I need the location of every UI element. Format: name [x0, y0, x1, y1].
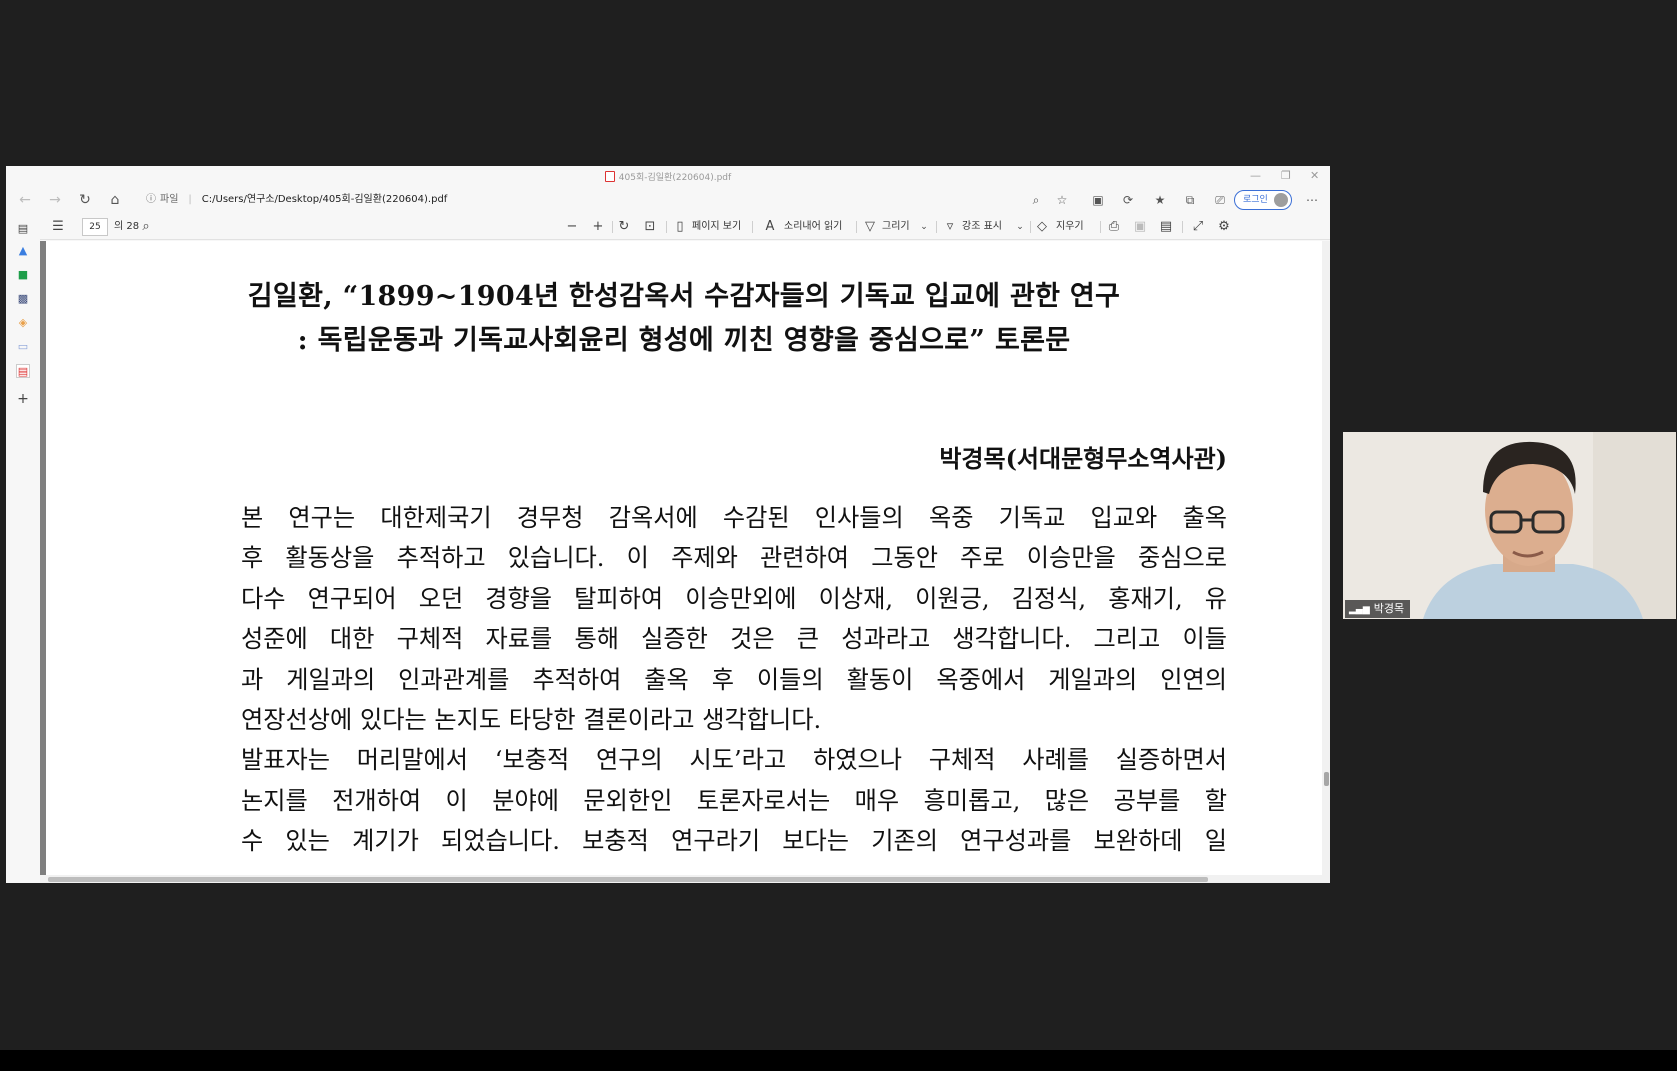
- participant-name: 박경목: [1373, 602, 1405, 615]
- horizontal-scrollbar[interactable]: [40, 875, 1330, 883]
- body-line: 연장선상에 있다는 논지도 타당한 결론이라고 생각합니다.: [241, 706, 822, 735]
- info-icon: ⓘ: [146, 194, 156, 205]
- zoom-icon[interactable]: ⌕: [1028, 192, 1044, 208]
- body-line: 논지를 전개하여 이 분야에 문외한인 토론자로서는 매우 흥미롭고, 많은 공…: [241, 786, 1227, 815]
- body-line: 본 연구는 대한제국기 경무청 감옥서에 수감된 인사들의 옥중 기독교 입교와…: [241, 504, 1227, 532]
- signal-icon: ▂▄▆: [1349, 605, 1370, 615]
- toolbar-separator: [612, 221, 613, 233]
- browser-window: 405회-김일환(220604).pdf — ❐ ✕ ← → ↻ ⌂ ⓘ 파일 | C…: [6, 166, 1330, 883]
- screenshot-icon[interactable]: ⎚: [1212, 192, 1228, 208]
- toolbar-separator: [856, 221, 857, 233]
- highlight-icon[interactable]: ▿: [942, 219, 958, 235]
- body-line: 다수 연구되어 오던 경향을 탈피하여 이승만외에 이상재, 이원긍, 김정식,…: [241, 584, 1227, 613]
- add-favorite-icon[interactable]: ☆: [1054, 192, 1070, 208]
- horizontal-scroll-thumb[interactable]: [48, 877, 1208, 882]
- browser-sidebar: ▤ ▲ ■ ▩ ◈ ▭ ▤ +: [6, 214, 40, 883]
- favorites-icon[interactable]: ★: [1152, 192, 1168, 208]
- collections-icon[interactable]: ⧉: [1182, 192, 1198, 208]
- save-as-icon[interactable]: ▤: [1158, 219, 1174, 235]
- save-icon[interactable]: ▣: [1132, 219, 1148, 235]
- erase-button[interactable]: 지우기: [1056, 220, 1084, 234]
- back-icon[interactable]: ←: [17, 192, 33, 208]
- vertical-scrollbar[interactable]: [1322, 241, 1330, 875]
- sync-icon[interactable]: ⟳: [1120, 192, 1136, 208]
- forward-icon[interactable]: →: [47, 192, 63, 208]
- title-bar: 405회-김일환(220604).pdf — ❐ ✕: [6, 166, 1330, 186]
- body-line: 과 게일과의 인과관계를 추적하여 출옥 후 이들의 활동이 옥중에서 게일과의…: [241, 665, 1227, 694]
- body-line: 발표자는 머리말에서 ‘보충적 연구의 시도’라고 하였으나 구체적 사례를 실…: [241, 746, 1227, 775]
- participant-name-tag: ▂▄▆ 박경목: [1345, 600, 1411, 618]
- address-bar-row: ← → ↻ ⌂ ⓘ 파일 | C:/Users/연구소/Desktop/405회-김일…: [6, 186, 1330, 214]
- document-viewer: 김일환, “1899~1904년 한성감옥서 수감자들의 기독교 입교에 관한 …: [40, 241, 1330, 883]
- home-icon[interactable]: ⌂: [107, 192, 123, 208]
- pdf-page: 김일환, “1899~1904년 한성감옥서 수감자들의 기독교 입교에 관한 …: [46, 241, 1322, 875]
- read-aloud-button[interactable]: 소리내어 읽기: [784, 220, 842, 234]
- chevron-down-icon[interactable]: ⌄: [1012, 219, 1028, 235]
- close-icon[interactable]: ✕: [1310, 169, 1319, 182]
- sheets-icon[interactable]: ■: [16, 268, 30, 282]
- office-icon[interactable]: ◈: [16, 316, 30, 330]
- vertical-scroll-thumb[interactable]: [1324, 772, 1329, 786]
- extensions-icon[interactable]: ▣: [1090, 192, 1106, 208]
- pdf-tab-icon[interactable]: ▤: [16, 364, 30, 378]
- refresh-icon[interactable]: ↻: [77, 192, 93, 208]
- toolbar-separator: [1182, 221, 1183, 233]
- read-aloud-icon[interactable]: A: [762, 219, 778, 235]
- fit-page-icon[interactable]: ⊡: [642, 219, 658, 235]
- page-view-button[interactable]: 페이지 보기: [692, 220, 741, 234]
- body-line: 성준에 대한 구체적 자료를 통해 실증한 것은 큰 성과라고 생각합니다. 그…: [241, 625, 1227, 654]
- minimize-icon[interactable]: —: [1250, 169, 1261, 182]
- restore-icon[interactable]: ❐: [1281, 169, 1291, 182]
- window-title-text: 405회-김일환(220604).pdf: [618, 173, 732, 183]
- toolbar-separator: [666, 221, 667, 233]
- chevron-down-icon[interactable]: ⌄: [916, 219, 932, 235]
- contents-icon[interactable]: ☰: [50, 219, 66, 235]
- pdf-toolbar: ☰ 25 의 28 ⌕ − + ↻ ⊡ ▯ 페이지 보기 A 소리내어 읽기 ▽…: [40, 214, 1330, 240]
- avatar: [1274, 193, 1288, 207]
- login-label: 로그인: [1243, 195, 1268, 205]
- window-title: 405회-김일환(220604).pdf: [6, 170, 1330, 183]
- url-scheme: 파일: [160, 194, 179, 205]
- toolbar-separator: [1030, 221, 1031, 233]
- doc-body: 본 연구는 대한제국기 경무청 감옥서에 수감된 인사들의 옥중 기독교 입교와…: [241, 498, 1227, 862]
- draw-button[interactable]: 그리기: [882, 220, 910, 234]
- login-button[interactable]: 로그인: [1234, 190, 1292, 210]
- doc-title-line-2: : 독립운동과 기독교사회윤리 형성에 끼친 영향을 중심으로” 토론문: [297, 325, 1071, 356]
- drive-icon[interactable]: ▲: [16, 244, 30, 258]
- doc-title-line-1: 김일환, “1899~1904년 한성감옥서 수감자들의 기독교 입교에 관한 …: [247, 281, 1121, 312]
- url-separator: |: [188, 194, 192, 205]
- doc-author: 박경목(서대문형무소역사관): [939, 444, 1227, 473]
- rotate-icon[interactable]: ↻: [616, 219, 632, 235]
- url-path: C:/Users/연구소/Desktop/405회-김일환(220604).pd…: [201, 194, 448, 205]
- page-number-input[interactable]: 25: [82, 218, 108, 236]
- toolbar-separator: [752, 221, 753, 233]
- draw-icon[interactable]: ▽: [862, 219, 878, 235]
- highlight-button[interactable]: 강조 표시: [962, 220, 1002, 234]
- total-pages: 의 28: [114, 221, 140, 232]
- settings-gear-icon[interactable]: ⚙: [1216, 219, 1232, 235]
- zoom-out-icon[interactable]: −: [564, 219, 580, 235]
- app-icon[interactable]: ▩: [16, 292, 30, 306]
- participant-video: ▂▄▆ 박경목: [1343, 432, 1676, 619]
- body-line: 수 있는 계기가 되었습니다. 보충적 연구라기 보다는 기존의 연구성과를 보…: [241, 827, 1227, 856]
- more-icon[interactable]: ⋯: [1304, 192, 1320, 208]
- body-line: 후 활동상을 추적하고 있습니다. 이 주제와 관련하여 그동안 주로 이승만을…: [241, 544, 1227, 573]
- pdf-file-icon: [604, 171, 615, 182]
- address-input[interactable]: ⓘ 파일 | C:/Users/연구소/Desktop/405회-김일환(220604…: [146, 191, 1046, 209]
- docs-icon[interactable]: ▭: [16, 340, 30, 354]
- zoom-in-icon[interactable]: +: [590, 219, 606, 235]
- toolbar-separator: [936, 221, 937, 233]
- screen-bottom-strip: [0, 1050, 1677, 1071]
- page-view-icon[interactable]: ▯: [672, 219, 688, 235]
- participant-video-frame: [1343, 432, 1676, 619]
- search-icon[interactable]: ⌕: [138, 219, 154, 235]
- print-icon[interactable]: ⎙: [1106, 219, 1122, 235]
- fullscreen-icon[interactable]: ⤢: [1190, 219, 1206, 235]
- add-icon[interactable]: +: [16, 392, 30, 406]
- eraser-icon[interactable]: ◇: [1034, 219, 1050, 235]
- tab-actions-icon[interactable]: ▤: [16, 222, 30, 236]
- toolbar-separator: [1100, 221, 1101, 233]
